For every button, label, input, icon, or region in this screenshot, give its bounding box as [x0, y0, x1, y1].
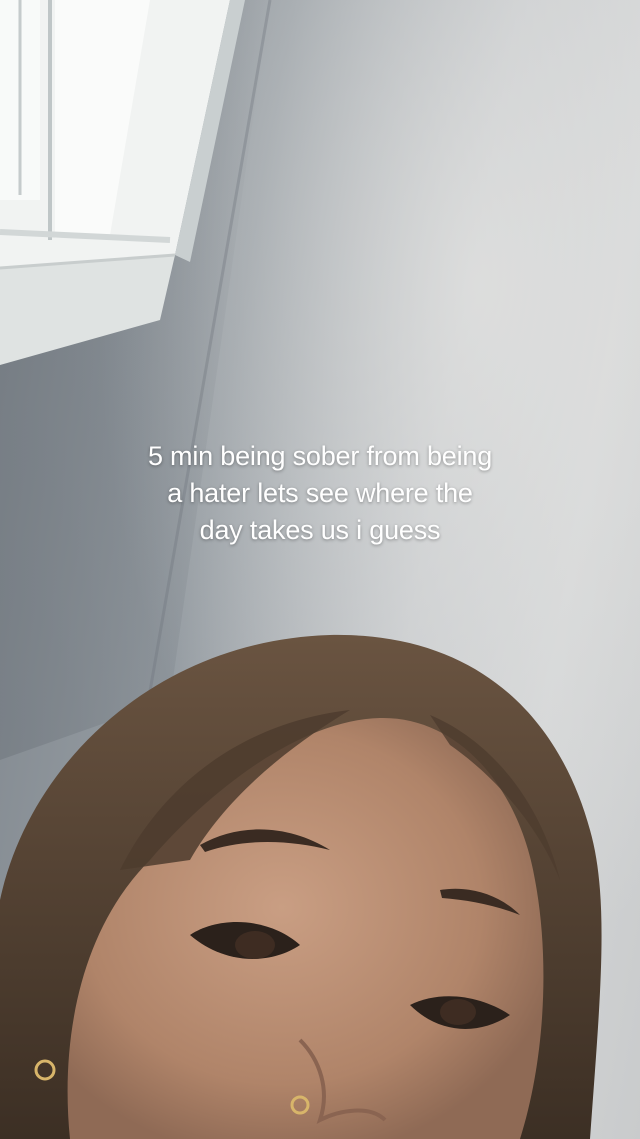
video-caption: 5 min being sober from being a hater let… — [70, 438, 570, 549]
window — [0, 0, 245, 365]
video-frame: 5 min being sober from being a hater let… — [0, 0, 640, 1139]
caption-line: a hater lets see where the — [167, 478, 473, 508]
caption-line: day takes us i guess — [199, 515, 441, 545]
selfie-person — [0, 634, 602, 1139]
caption-line: 5 min being sober from being — [147, 441, 493, 471]
